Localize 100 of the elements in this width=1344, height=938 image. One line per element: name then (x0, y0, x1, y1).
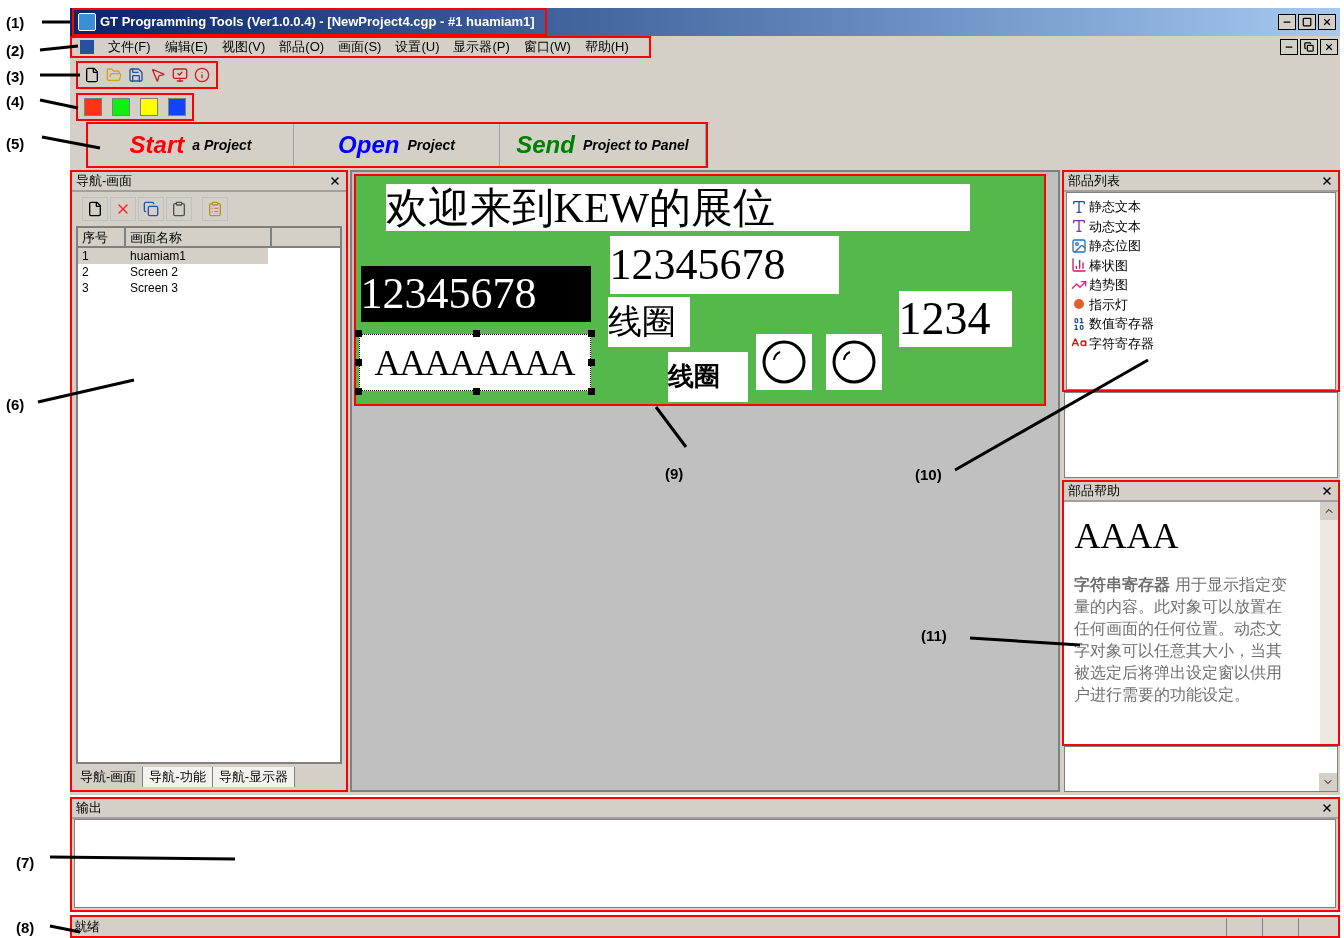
paste-icon[interactable] (166, 197, 192, 221)
callout-label: (3) (6, 67, 25, 87)
menu-item[interactable]: 视图(V) (221, 37, 266, 57)
menu-item[interactable]: 文件(F) (108, 37, 151, 57)
info-icon[interactable] (194, 67, 210, 83)
canvas-text: 线圈 (607, 297, 690, 347)
part-item[interactable]: 指示灯 (1067, 294, 1133, 314)
minimize-button[interactable] (1278, 14, 1296, 30)
callout-label: (1) (6, 13, 25, 33)
lamp-indicator (755, 334, 812, 390)
screen-name: Screen 3 (130, 280, 179, 297)
button-keyword: Start (129, 130, 185, 160)
panel-title: 部品帮助 (1068, 482, 1121, 501)
callout-label: (7) (16, 853, 35, 873)
close-button[interactable] (1318, 14, 1336, 30)
copy-icon[interactable] (138, 197, 164, 221)
close-button[interactable] (1320, 484, 1334, 498)
resize-handle[interactable] (472, 330, 480, 337)
maximize-button[interactable] (1298, 14, 1316, 30)
row-number: 2 (81, 264, 90, 281)
button-caption: Project to Panel (582, 135, 689, 155)
leader-line (39, 98, 79, 110)
resize-handle[interactable] (587, 359, 595, 366)
save-icon[interactable] (128, 67, 144, 83)
scroll-up-icon[interactable] (1320, 502, 1338, 520)
menu-item[interactable]: 画面(S) (338, 37, 382, 57)
color-swatch[interactable] (112, 98, 130, 116)
window-title: GT Programming Tools (Ver1.0.0.4) - [NewProject4.cgp - #1 huamiam1] (100, 13, 535, 32)
close-icon (1322, 17, 1332, 27)
part-item[interactable]: 静态位图 (1067, 236, 1146, 256)
color-swatch[interactable] (84, 98, 102, 116)
menu-item[interactable]: 设置(U) (395, 37, 440, 57)
canvas-text: 欢迎来到KEW的展位 (385, 184, 970, 231)
color-swatch[interactable] (168, 98, 186, 116)
quick-start-button[interactable]: Send Project to Panel (500, 124, 706, 166)
screen-name: Screen 2 (130, 264, 179, 281)
canvas-text: 1234 (898, 291, 1012, 347)
app-logo-icon (78, 13, 96, 31)
callout-label: (6) (6, 395, 25, 415)
menu-item[interactable]: 编辑(E) (164, 37, 208, 57)
callout-label: (4) (6, 92, 25, 112)
callout-label: (2) (6, 41, 25, 61)
leader-line (41, 135, 101, 150)
minimize-button[interactable] (1280, 39, 1298, 55)
list-row[interactable]: 1 huamiam1 (78, 248, 268, 264)
lamp-indicator (825, 334, 882, 390)
resize-handle[interactable] (587, 330, 595, 337)
resize-handle[interactable] (472, 388, 480, 395)
menu-item[interactable]: 显示器(P) (453, 37, 510, 57)
resize-handle[interactable] (587, 388, 595, 395)
pointer-icon[interactable] (150, 67, 166, 83)
close-button[interactable] (1320, 174, 1334, 188)
bar-chart-icon (1071, 257, 1088, 274)
menu-item[interactable]: 窗口(W) (523, 37, 571, 57)
callout-label: (9) (665, 464, 684, 484)
new-page-icon[interactable] (82, 197, 108, 221)
list-row[interactable]: 2 Screen 2 (78, 264, 268, 280)
part-item[interactable]: 数值寄存器 (1067, 314, 1159, 334)
part-item[interactable]: 趋势图 (1067, 275, 1133, 295)
callout-label: (5) (6, 134, 25, 154)
scrollbar[interactable] (1320, 502, 1338, 744)
panel-title: 部品列表 (1068, 172, 1121, 191)
leader-line (39, 44, 79, 52)
monitor-check-icon[interactable] (172, 67, 188, 83)
quick-start-button[interactable]: Open Project (294, 124, 500, 166)
letter-icon (1071, 218, 1088, 235)
new-file-icon[interactable] (84, 67, 100, 83)
close-button[interactable] (1320, 39, 1338, 55)
row-number: 1 (81, 248, 90, 265)
callout-label: (11) (921, 626, 947, 646)
scroll-down-icon[interactable] (1319, 773, 1337, 791)
restore-button[interactable] (1300, 39, 1318, 55)
preview-text: AAAA (1074, 518, 1180, 554)
part-item[interactable]: 字符寄存器 (1067, 333, 1159, 353)
resize-handle[interactable] (354, 359, 362, 366)
menu-item[interactable]: 部品(O) (279, 37, 325, 57)
leader-line (42, 20, 70, 24)
letter-icon (1071, 198, 1088, 215)
callout-label: (8) (16, 918, 35, 938)
resize-handle[interactable] (354, 388, 362, 395)
resize-handle[interactable] (354, 330, 362, 337)
restore-icon (1304, 42, 1314, 52)
panel-title: 导航-画面 (76, 172, 133, 191)
menu-item[interactable]: 帮助(H) (584, 37, 629, 57)
screen-name: huamiam1 (130, 248, 187, 265)
button-caption: a Project (192, 135, 252, 155)
document-icon (80, 40, 94, 54)
color-swatch[interactable] (140, 98, 158, 116)
button-caption: Project (407, 135, 455, 155)
close-button[interactable] (1320, 801, 1334, 815)
part-item[interactable]: 动态文本 (1067, 216, 1146, 236)
panel-tab[interactable]: 导航-功能 (143, 767, 213, 787)
list-row[interactable]: 3 Screen 3 (78, 280, 268, 296)
leader-line (40, 73, 80, 77)
quick-start-button[interactable]: Start a Project (88, 124, 294, 166)
part-item[interactable]: 静态文本 (1067, 197, 1146, 217)
part-item[interactable]: 棒状图 (1067, 255, 1133, 275)
canvas-text: 12345678 (360, 266, 591, 322)
row-number: 3 (81, 280, 90, 297)
panel-tab[interactable]: 导航-显示器 (212, 767, 296, 787)
